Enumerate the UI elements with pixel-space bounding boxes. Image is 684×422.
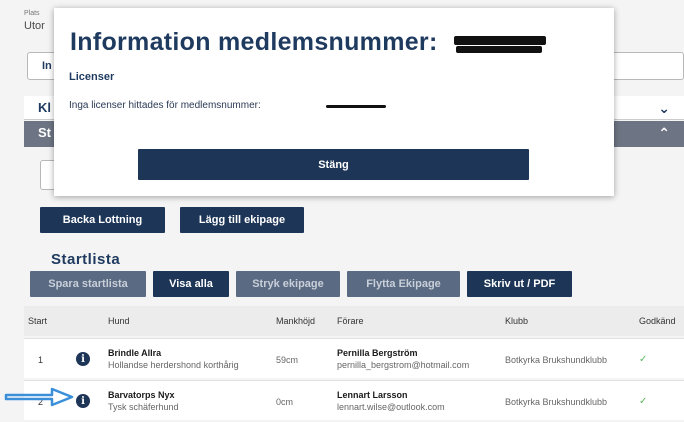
column-mankhojd: Mankhöjd — [276, 316, 316, 326]
table-row[interactable]: 2 i Barvatorps Nyx Tysk schäferhund 0cm … — [24, 380, 684, 420]
dialog-title-text: Information medlemsnummer: — [70, 28, 438, 56]
print-pdf-button[interactable]: Skriv ut / PDF — [467, 271, 572, 297]
handler-name: Pernilla Bergström — [337, 348, 418, 358]
handler-name: Lennart Larsson — [337, 390, 408, 400]
dog-height: 0cm — [276, 397, 294, 407]
info-icon[interactable]: i — [76, 352, 90, 366]
column-start: Start — [28, 316, 48, 326]
dialog-title: Information medlemsnummer: — [70, 28, 438, 57]
approved-check-icon: ✓ — [639, 354, 648, 365]
column-hund: Hund — [108, 316, 130, 326]
annotation-arrow-icon — [4, 387, 74, 407]
dog-name: Barvatorps Nyx — [108, 390, 175, 400]
column-klubb: Klubb — [505, 316, 529, 326]
startlist-title: Startlista — [51, 251, 121, 268]
chevron-up-icon[interactable]: ⌃ — [658, 125, 670, 142]
info-icon[interactable]: i — [76, 394, 90, 408]
redaction-mark — [456, 46, 542, 53]
strike-ekipage-button[interactable]: Stryk ekipage — [236, 271, 340, 297]
save-startlist-button[interactable]: Spara startlista — [30, 271, 146, 297]
header-label: Utor — [24, 20, 45, 32]
club-name: Botkyrka Brukshundklubb — [505, 397, 608, 407]
accordion-klass-label: Kl — [38, 100, 51, 115]
event-header: Plats Utor — [24, 8, 45, 32]
dog-breed: Tysk schäferhund — [108, 402, 179, 412]
tab-in[interactable]: In — [42, 60, 52, 72]
add-ekipage-button[interactable]: Lägg till ekipage — [180, 207, 304, 233]
approved-check-icon: ✓ — [639, 396, 648, 407]
chevron-down-icon[interactable]: ⌄ — [658, 100, 670, 117]
redaction-mark — [454, 36, 546, 45]
club-name: Botkyrka Brukshundklubb — [505, 355, 608, 365]
table-row[interactable]: 1 i Brindle Allra Hollandse herdershond … — [24, 338, 684, 378]
no-licenses-message: Inga licenser hittades för medlemsnummer… — [69, 100, 261, 111]
column-forare: Förare — [337, 316, 364, 326]
dog-breed: Hollandse herdershond korthårig — [108, 360, 239, 370]
start-number: 1 — [38, 355, 44, 365]
accordion-start-label: St — [38, 125, 51, 140]
member-info-dialog: Information medlemsnummer: Licenser Inga… — [54, 8, 614, 196]
move-ekipage-button[interactable]: Flytta Ekipage — [347, 271, 460, 297]
table-header: Start Hund Mankhöjd Förare Klubb Godkänd — [24, 306, 684, 336]
licenses-heading: Licenser — [69, 71, 115, 83]
show-all-button[interactable]: Visa alla — [153, 271, 229, 297]
back-lottning-button[interactable]: Backa Lottning — [40, 207, 165, 233]
dog-height: 59cm — [276, 355, 299, 365]
no-licenses-text: Inga licenser hittades för medlemsnummer… — [69, 100, 261, 111]
dog-name: Brindle Allra — [108, 348, 162, 358]
column-godkand: Godkänd — [639, 316, 676, 326]
handler-email: pernilla_bergstrom@hotmail.com — [337, 360, 470, 370]
handler-email: lennart.wilse@outlook.com — [337, 402, 445, 412]
close-button[interactable]: Stäng — [138, 149, 529, 180]
header-small-label: Plats — [24, 10, 40, 17]
redaction-mark — [326, 105, 386, 108]
